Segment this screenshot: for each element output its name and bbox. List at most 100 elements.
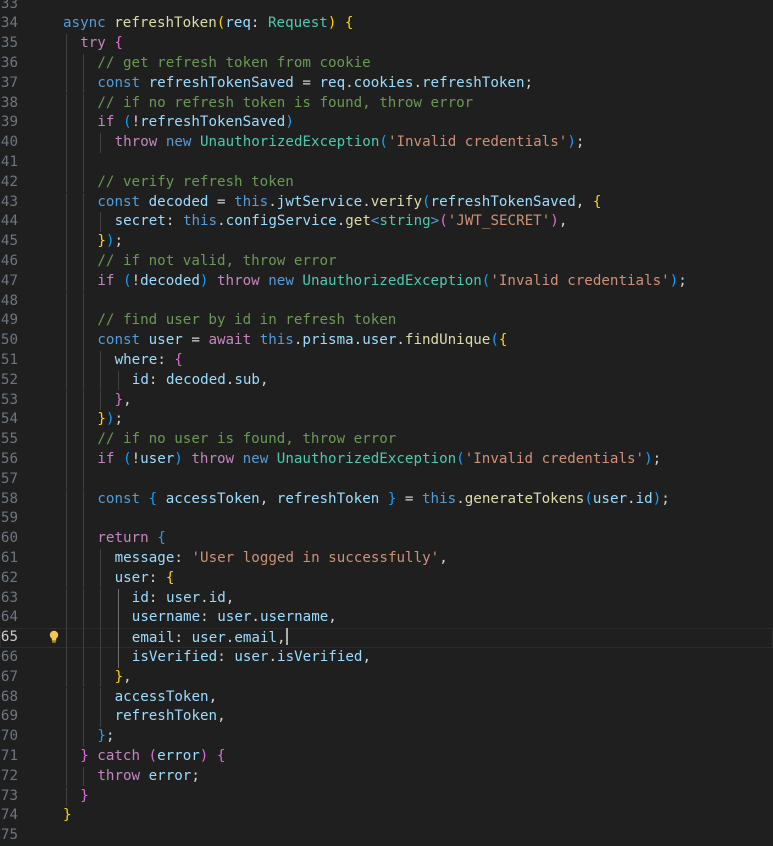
code-line[interactable]: 52 id: decoded.sub, <box>0 370 773 391</box>
code-token: refreshTokenSaved <box>148 74 294 91</box>
code-line[interactable]: 48 <box>0 291 773 312</box>
code-token: ( <box>456 450 465 467</box>
code-token: prisma <box>302 332 354 349</box>
code-line[interactable]: 58 const { accessToken, refreshToken } = … <box>0 489 773 510</box>
code-line[interactable]: 43 const decoded = this.jwtService.verify… <box>0 192 773 213</box>
code-text: email: user.email, <box>132 628 288 649</box>
code-token: ) <box>567 134 576 151</box>
code-line[interactable]: 56 if (!user) throw new UnauthorizedExcep… <box>0 449 773 470</box>
code-line[interactable]: 64 username: user.username, <box>0 608 773 629</box>
code-line[interactable]: 66 isVerified: user.isVerified, <box>0 647 773 668</box>
code-line[interactable]: 63 id: user.id, <box>0 588 773 609</box>
code-line[interactable]: 53}, <box>0 390 773 411</box>
code-token: id <box>208 589 226 606</box>
indent-guide <box>66 133 67 153</box>
code-line[interactable]: 59 <box>0 509 773 530</box>
code-line[interactable]: 40 throw new UnauthorizedException('Inval… <box>0 133 773 153</box>
code-token: ) <box>174 450 183 467</box>
code-token: UnauthorizedException <box>276 450 457 467</box>
code-line[interactable]: 46 // if not valid, throw error <box>0 251 773 272</box>
line-number: 33 <box>0 0 18 12</box>
code-line[interactable]: 72 throw error; <box>0 766 773 787</box>
code-line[interactable]: 36 // get refresh token from cookie <box>0 53 773 74</box>
code-line[interactable]: 50 const user = await this.prisma.user.fi… <box>0 331 773 351</box>
code-line[interactable]: 62 user: { <box>0 568 773 589</box>
code-text: isVerified: user.isVerified, <box>132 648 371 668</box>
code-line[interactable]: 55 // if no user is found, throw error <box>0 430 773 450</box>
code-token: ) <box>669 272 679 289</box>
code-token: ) <box>285 114 294 131</box>
indent-guide <box>83 73 85 94</box>
code-line[interactable]: 33 <box>0 0 773 14</box>
code-line[interactable]: 60 return { <box>0 529 773 549</box>
indent-guide <box>83 647 85 668</box>
line-number: 68 <box>0 688 18 705</box>
line-number: 74 <box>0 807 18 824</box>
code-line[interactable]: 65 email: user.email, <box>0 628 773 648</box>
code-line[interactable]: 38 // if no refresh token is found, throw… <box>0 93 773 114</box>
code-line[interactable]: 74} <box>0 806 773 826</box>
indent-guide <box>66 93 67 114</box>
code-token: ! <box>131 114 141 131</box>
code-line[interactable]: 35 try { <box>0 34 773 54</box>
code-line[interactable]: 41 <box>0 152 773 173</box>
code-line[interactable]: 54}); <box>0 410 773 431</box>
code-token: : <box>148 589 166 606</box>
code-token: new <box>242 450 277 467</box>
code-token: { <box>344 15 354 32</box>
code-text: if (!refreshTokenSaved) <box>97 113 293 133</box>
code-line[interactable]: 69 refreshToken, <box>0 707 773 728</box>
code-editor[interactable]: 33 34 async refreshToken(req: Request) {35… <box>0 0 773 843</box>
code-token: } <box>80 747 89 764</box>
code-text: }, <box>115 391 132 411</box>
code-token: . <box>336 213 346 230</box>
code-line[interactable]: 73} <box>0 786 773 807</box>
indent-guide <box>83 588 85 609</box>
code-line[interactable]: 71} catch (error) { <box>0 746 773 767</box>
code-line[interactable]: 34 async refreshToken(req: Request) { <box>0 14 773 34</box>
code-line[interactable]: 61 message: 'User logged in successfully'… <box>0 548 773 569</box>
code-line[interactable]: 67}, <box>0 667 773 688</box>
line-number: 35 <box>0 35 18 52</box>
lightbulb-icon[interactable] <box>48 630 60 644</box>
code-line[interactable]: 68 accessToken, <box>0 687 773 708</box>
code-token: id <box>635 490 653 507</box>
line-number: 63 <box>0 589 18 606</box>
code-line[interactable]: 37 const refreshTokenSaved = req.cookies.… <box>0 73 773 94</box>
code-token: secret <box>114 213 166 230</box>
indent-guide <box>100 647 102 668</box>
code-line[interactable]: 47 if (!decoded) throw new UnauthorizedEx… <box>0 271 773 292</box>
code-token: refreshTokenSaved <box>140 114 286 131</box>
code-line[interactable]: 49 // find user by id in refresh token <box>0 311 773 332</box>
line-number: 72 <box>0 767 18 784</box>
code-token: if <box>97 114 124 131</box>
code-line[interactable]: 70}; <box>0 727 773 747</box>
code-line[interactable]: 44 secret: this.configService.get<string>… <box>0 212 773 233</box>
indent-guide <box>83 232 85 252</box>
indent-guide <box>83 311 85 332</box>
code-token: , <box>439 549 448 566</box>
code-token: : <box>157 351 175 368</box>
code-token: . <box>362 193 371 210</box>
code-text: return { <box>97 529 165 549</box>
code-line[interactable]: 75 <box>0 826 773 846</box>
code-token: jwtService <box>276 193 363 210</box>
code-token: message <box>114 549 175 566</box>
code-token: const <box>97 193 149 210</box>
code-line[interactable]: 42 // verify refresh token <box>0 172 773 193</box>
indent-guide <box>83 212 85 233</box>
code-token: . <box>353 332 363 349</box>
code-token: error <box>148 767 192 784</box>
code-token: , <box>208 688 218 705</box>
code-token: . <box>413 74 422 91</box>
code-token: } <box>97 411 106 428</box>
code-token: , <box>259 371 269 388</box>
code-text: try { <box>80 34 123 54</box>
code-line[interactable]: 39 if (!refreshTokenSaved) <box>0 113 773 134</box>
code-line[interactable]: 45}); <box>0 232 773 252</box>
code-token: , <box>362 648 371 665</box>
code-text: // if not valid, throw error <box>97 252 336 272</box>
code-line[interactable]: 57 <box>0 469 773 490</box>
code-line[interactable]: 51 where: { <box>0 350 773 371</box>
